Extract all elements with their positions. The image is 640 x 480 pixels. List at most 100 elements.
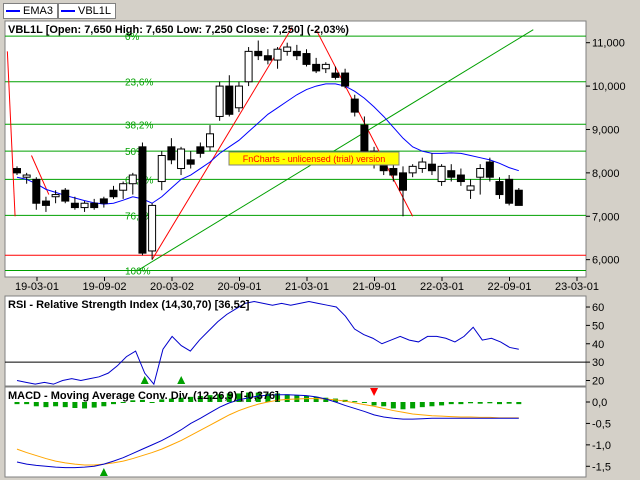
candle-body (157, 155, 166, 183)
candle-body (456, 174, 465, 183)
histogram-bar (352, 401, 358, 403)
histogram-bar (468, 402, 474, 404)
histogram-bar (111, 402, 116, 405)
candle-body (350, 98, 359, 113)
histogram-bar (149, 402, 155, 403)
candle-body (312, 63, 321, 72)
y-tick-label: 30 (592, 357, 604, 369)
y-tick-label: 6,000 (592, 255, 620, 267)
histogram-bar (14, 402, 20, 405)
macd-y-axis: 0,0 -0,5 -1,0 -1,5 (586, 397, 611, 473)
fib-label: 38,2% (125, 120, 153, 131)
candle-body (119, 183, 128, 191)
price-panel-header: VBL1L [Open: 7,650 High: 7,650 Low: 7,25… (8, 24, 349, 36)
x-tick-label: 20-09-01 (217, 281, 261, 293)
histogram-bar (419, 402, 425, 408)
histogram-bar (101, 402, 107, 407)
fib-label: 100% (125, 266, 151, 277)
candle-body (13, 168, 21, 174)
candle-body (283, 46, 292, 52)
histogram-bar (458, 402, 464, 405)
rsi-panel-header: RSI - Relative Strength Index (14,30,70)… (8, 299, 250, 311)
histogram-bar (120, 402, 126, 403)
histogram-bar (62, 402, 68, 408)
x-tick-label: 22-03-01 (420, 281, 464, 293)
histogram-bar (33, 402, 39, 407)
x-tick-label: 22-09-01 (487, 281, 531, 293)
histogram-bar (43, 402, 49, 408)
candle-body (476, 168, 485, 178)
histogram-bar (448, 402, 454, 405)
y-tick-label: 10,000 (592, 81, 626, 93)
candle-body (466, 185, 475, 191)
histogram-bar (82, 402, 88, 409)
candle-body (254, 50, 263, 57)
candle-body (427, 163, 436, 172)
candle-body (447, 170, 456, 178)
candle-body (196, 146, 205, 154)
histogram-bar (371, 402, 377, 406)
candle-body (167, 146, 176, 161)
candle-body (514, 189, 523, 206)
x-tick-label: 23-03-01 (555, 281, 599, 293)
histogram-bar (72, 402, 78, 408)
histogram-bar (390, 402, 396, 409)
candle-body (389, 168, 398, 176)
histogram-bar (91, 402, 97, 408)
candle-body (225, 85, 234, 115)
x-tick-label: 21-09-01 (352, 281, 396, 293)
candle-body (61, 189, 70, 202)
candle-body (109, 189, 118, 198)
candle-body (273, 48, 282, 61)
histogram-bar (506, 402, 512, 404)
price-y-axis: 11,000 10,000 9,000 8,000 7,000 6,000 (586, 38, 626, 267)
histogram-bar (284, 394, 290, 402)
y-tick-label: 9,000 (592, 124, 620, 136)
candle-body (186, 159, 195, 165)
watermark-text: FnCharts - unlicensed (trial) version (243, 154, 386, 164)
x-tick-label: 19-09-02 (82, 281, 126, 293)
candle-body (321, 63, 330, 70)
candle-body (70, 202, 79, 209)
watermark: FnCharts - unlicensed (trial) version (228, 151, 400, 166)
histogram-bar (487, 402, 493, 404)
candle-body (80, 202, 89, 209)
y-tick-label: 40 (592, 339, 604, 351)
candle-body (206, 133, 214, 148)
candle-body (505, 178, 514, 204)
candle-body (51, 194, 60, 198)
histogram-bar (53, 402, 59, 407)
fib-label: 23,6% (125, 78, 153, 89)
candle-body (128, 174, 137, 185)
x-tick-label: 20-03-02 (150, 281, 194, 293)
candle-body (418, 161, 427, 170)
candle-body (90, 202, 99, 209)
candle-body (399, 172, 407, 191)
histogram-bar (24, 402, 30, 405)
candle-body (22, 174, 31, 178)
candle-body (234, 85, 243, 109)
y-tick-label: 7,000 (592, 211, 620, 223)
candle-body (437, 165, 446, 183)
y-tick-label: 8,000 (592, 168, 620, 180)
candle-body (485, 161, 494, 178)
histogram-bar (477, 402, 483, 404)
candle-body (495, 181, 504, 196)
rsi-y-axis: 60 50 40 30 20 (586, 302, 604, 387)
histogram-bar (400, 402, 406, 410)
price-panel (4, 20, 587, 278)
candle-body (41, 200, 50, 206)
y-tick-label: 20 (592, 375, 604, 387)
candle-body (331, 72, 340, 78)
histogram-bar (439, 402, 445, 406)
candle-body (408, 165, 417, 174)
histogram-bar (497, 402, 502, 405)
x-axis: 19-03-01 19-09-02 20-03-02 20-09-01 21-03-01… (15, 277, 599, 293)
y-tick-label: -1,0 (592, 440, 611, 452)
y-tick-label: -1,5 (592, 461, 611, 473)
y-tick-label: -0,5 (592, 418, 611, 430)
histogram-bar (516, 402, 522, 405)
candle-body (215, 85, 224, 117)
candle-body (177, 148, 186, 170)
candle-body (99, 198, 108, 204)
